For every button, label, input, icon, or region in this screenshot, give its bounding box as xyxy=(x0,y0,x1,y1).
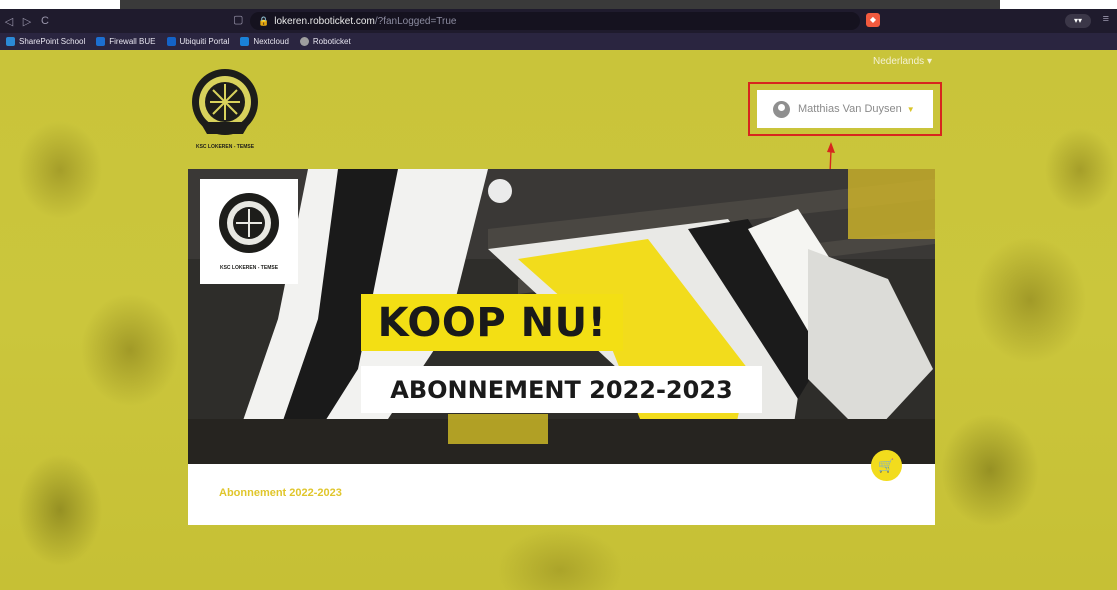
top-strip xyxy=(0,0,1117,9)
user-avatar-icon xyxy=(773,100,790,118)
add-to-cart-button[interactable]: 🛒 xyxy=(871,450,902,481)
arrow-head xyxy=(827,142,835,153)
user-name: Matthias Van Duysen xyxy=(798,103,902,115)
language-label: Nederlands xyxy=(873,56,925,67)
bookmark-label: Roboticket xyxy=(312,37,351,46)
caret-down-icon: ▾ xyxy=(926,56,932,67)
page-background: Nederlands ▾ KSC LOKEREN - TEMSE Matthia… xyxy=(0,50,1117,590)
hero-image: KSC LOKEREN - TEMSE KOOP NU! ABONNEMENT … xyxy=(188,169,935,464)
bookmark-label: SharePoint School xyxy=(19,37,86,46)
cart-icon: 🛒 xyxy=(878,457,895,473)
reload-icon[interactable]: C xyxy=(36,15,54,27)
forward-icon[interactable]: ▷ xyxy=(18,15,36,28)
stadium-light xyxy=(488,179,512,203)
bookmark-label: Ubiquiti Portal xyxy=(179,37,230,46)
product-title[interactable]: Abonnement 2022-2023 xyxy=(219,487,342,499)
logo-banner xyxy=(200,122,250,134)
hero-club-logo: KSC LOKEREN - TEMSE xyxy=(200,179,298,284)
profile-icon[interactable]: ▾▾ xyxy=(1065,14,1091,28)
headline-box: KOOP NU! xyxy=(361,294,623,351)
bookmark-label: Nextcloud xyxy=(253,37,289,46)
bookmark-ubiquiti[interactable]: Ubiquiti Portal xyxy=(166,37,230,46)
subheadline-box: ABONNEMENT 2022-2023 xyxy=(361,366,762,413)
bookmark-firewall[interactable]: Firewall BUE xyxy=(96,37,156,46)
subscription-card[interactable]: KSC LOKEREN - TEMSE KOOP NU! ABONNEMENT … xyxy=(188,169,935,525)
brave-shield-icon[interactable]: ◆ xyxy=(866,13,880,27)
back-icon[interactable]: ◁ xyxy=(0,15,18,28)
roboticket-icon xyxy=(299,37,309,46)
crowd-strip xyxy=(188,419,935,464)
logo-subtext: KSC LOKEREN - TEMSE xyxy=(196,144,255,150)
headline: KOOP NU! xyxy=(377,299,607,346)
lock-icon: 🔒 xyxy=(258,15,270,26)
user-menu-button[interactable]: Matthias Van Duysen ▼ xyxy=(757,90,933,128)
ubiquiti-icon xyxy=(166,37,176,46)
bookmark-label: Firewall BUE xyxy=(109,37,156,46)
menu-icon[interactable]: ≡ xyxy=(1103,13,1109,25)
browser-toolbar: ◁ ▷ C ▢ 🔒 lokeren.roboticket.com/?fanLog… xyxy=(0,9,1117,33)
url-path: /?fanLogged=True xyxy=(374,15,457,27)
address-bar[interactable]: 🔒 lokeren.roboticket.com/?fanLogged=True xyxy=(250,12,860,30)
url-host: lokeren.roboticket.com xyxy=(274,15,375,27)
bookmarks-bar: SharePoint School Firewall BUE Ubiquiti … xyxy=(0,33,1117,50)
bookmark-sharepoint[interactable]: SharePoint School xyxy=(6,37,85,46)
crowd-flag xyxy=(448,414,548,444)
bookmark-roboticket[interactable]: Roboticket xyxy=(299,37,351,46)
caret-down-icon: ▼ xyxy=(906,104,915,114)
top-strip-bar xyxy=(120,0,1000,9)
bookmark-page-icon[interactable]: ▢ xyxy=(233,13,243,26)
firewall-icon xyxy=(96,37,106,46)
stadium-banner xyxy=(848,169,935,239)
bookmark-nextcloud[interactable]: Nextcloud xyxy=(240,37,289,46)
nextcloud-icon xyxy=(240,37,250,46)
language-selector[interactable]: Nederlands ▾ xyxy=(873,56,932,67)
sharepoint-icon xyxy=(6,37,15,46)
subheadline: ABONNEMENT 2022-2023 xyxy=(390,375,733,404)
hero-logo-subtext: KSC LOKEREN - TEMSE xyxy=(220,265,279,271)
club-logo[interactable]: KSC LOKEREN - TEMSE xyxy=(188,60,262,160)
